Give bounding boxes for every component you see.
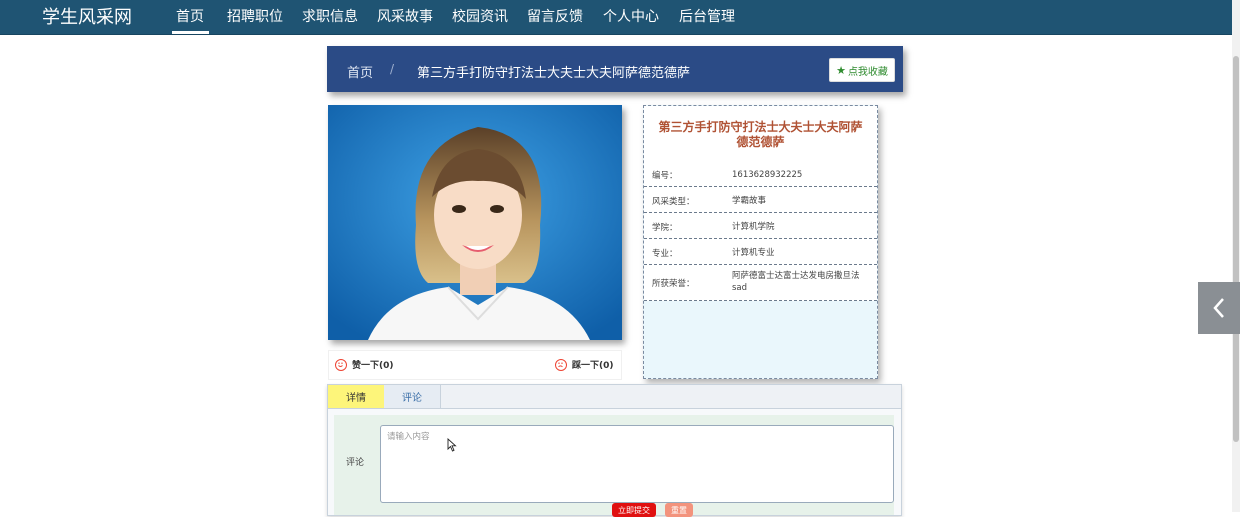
scrollbar-thumb[interactable] [1233, 56, 1239, 442]
dislike-label: 踩一下(0) [572, 361, 614, 371]
nav-item-user-center[interactable]: 个人中心 [603, 6, 659, 26]
nav-item-feedback[interactable]: 留言反馈 [527, 6, 583, 26]
detail-card-header: 第三方手打防守打法士大夫士大夫阿萨德范德萨 [644, 106, 877, 161]
detail-key: 专业： [652, 249, 678, 259]
detail-value: 学霸故事 [732, 196, 767, 206]
nav-item-jobs[interactable]: 招聘职位 [227, 6, 283, 26]
detail-row-type: 风采类型： 学霸故事 [644, 187, 877, 213]
mouse-cursor-icon [447, 438, 457, 452]
breadcrumb-separator: / [390, 62, 395, 76]
side-toggle-button[interactable] [1198, 282, 1240, 334]
detail-title: 第三方手打防守打法士大夫士大夫阿萨德范德萨 [658, 120, 863, 149]
submit-button[interactable]: 立即提交 [612, 503, 656, 517]
chevron-left-icon [1213, 298, 1224, 318]
detail-row-college: 学院： 计算机学院 [644, 213, 877, 239]
frown-face-icon [555, 358, 567, 371]
profile-photo [328, 105, 622, 340]
smile-face-icon [335, 358, 347, 371]
comment-label: 评论 [346, 458, 365, 468]
nav-item-home[interactable]: 首页 [176, 6, 204, 26]
reset-button[interactable]: 重置 [665, 503, 693, 517]
nav-item-job-seeking[interactable]: 求职信息 [302, 6, 358, 26]
like-label: 赞一下(0) [352, 361, 394, 371]
tabs-panel: 详情 评论 评论 立即提交 重置 [327, 384, 902, 517]
detail-value: 阿萨德富士达富士达发电房撒旦法sad [732, 271, 860, 293]
page-scrollbar[interactable] [1232, 0, 1240, 512]
detail-value: 1613628932225 [732, 170, 803, 180]
detail-row-honors: 所获荣誉： 阿萨德富士达富士达发电房撒旦法sad [644, 265, 877, 301]
star-icon: ★ [836, 63, 846, 77]
breadcrumb: 首页 / 第三方手打防守打法士大夫士大夫阿萨德范德萨 ★ 点我收藏 [327, 46, 903, 92]
nav-item-admin[interactable]: 后台管理 [679, 6, 735, 26]
favorite-button[interactable]: ★ 点我收藏 [829, 58, 895, 82]
detail-value: 计算机学院 [732, 222, 775, 232]
detail-row-id: 编号： 1613628932225 [644, 161, 877, 187]
nav-item-stories[interactable]: 风采故事 [377, 6, 433, 26]
detail-key: 编号： [652, 171, 678, 181]
detail-row-major: 专业： 计算机专业 [644, 239, 877, 265]
tab-detail[interactable]: 详情 [328, 385, 384, 408]
detail-table: 编号： 1613628932225 风采类型： 学霸故事 学院： 计算机学院 专… [644, 161, 877, 301]
comment-input[interactable] [380, 425, 894, 503]
breadcrumb-current: 第三方手打防守打法士大夫士大夫阿萨德范德萨 [417, 66, 691, 81]
detail-key: 学院： [652, 223, 678, 233]
like-button[interactable]: 赞一下(0) [335, 358, 394, 371]
comment-form: 评论 立即提交 重置 [334, 415, 894, 517]
vote-bar: 赞一下(0) 踩一下(0) [328, 350, 622, 380]
site-brand[interactable]: 学生风采网 [42, 3, 132, 29]
tab-strip: 详情 评论 [328, 385, 901, 409]
detail-key: 风采类型： [652, 197, 695, 207]
detail-key: 所获荣誉： [652, 279, 695, 289]
top-navbar: 学生风采网 首页 招聘职位 求职信息 风采故事 校园资讯 留言反馈 个人中心 后… [0, 0, 1232, 35]
detail-card: 第三方手打防守打法士大夫士大夫阿萨德范德萨 编号： 1613628932225 … [643, 105, 878, 379]
detail-value: 计算机专业 [732, 248, 775, 258]
favorite-button-label: 点我收藏 [847, 66, 888, 78]
breadcrumb-home-link[interactable]: 首页 [347, 62, 373, 81]
dislike-button[interactable]: 踩一下(0) [555, 358, 614, 371]
tab-comments[interactable]: 评论 [384, 385, 441, 408]
nav-item-campus-news[interactable]: 校园资讯 [452, 6, 508, 26]
nav-active-indicator [172, 31, 209, 34]
